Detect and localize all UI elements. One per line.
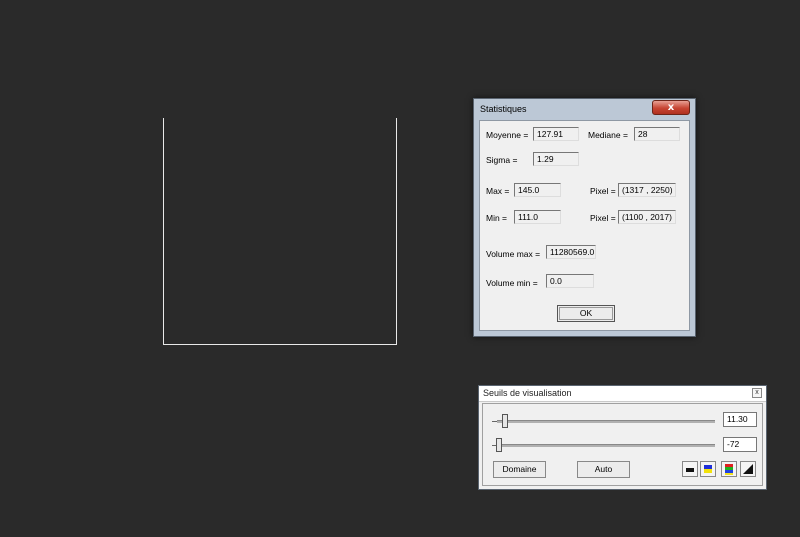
blue-yellow-palette-icon[interactable] xyxy=(700,461,716,477)
statistiques-title: Statistiques xyxy=(480,104,527,114)
sigma-field: 1.29 xyxy=(533,152,579,166)
min-pixel-field: (1100 , 2017) xyxy=(618,210,676,224)
max-pixel-field: (1317 , 2250) xyxy=(618,183,676,197)
max-field: 145.0 xyxy=(514,183,561,197)
mediane-label: Mediane = xyxy=(588,130,628,140)
high-value-input[interactable]: 11.30 xyxy=(723,412,757,427)
statistiques-dialog: Statistiques x Moyenne = 127.91 Mediane … xyxy=(473,98,696,337)
moyenne-label: Moyenne = xyxy=(486,130,529,140)
volume-min-label: Volume min = xyxy=(486,278,538,288)
gray-palette-icon[interactable] xyxy=(682,461,698,477)
volume-max-label: Volume max = xyxy=(486,249,541,259)
image-canvas[interactable] xyxy=(163,118,397,345)
max-label: Max = xyxy=(486,186,510,196)
min-field: 111.0 xyxy=(514,210,561,224)
high-slider-track[interactable] xyxy=(497,420,715,423)
seuils-titlebar[interactable]: Seuils de visualisation x xyxy=(479,386,766,402)
statistiques-titlebar[interactable]: Statistiques x xyxy=(474,99,695,119)
ok-button[interactable]: OK xyxy=(557,305,615,322)
close-button[interactable]: x xyxy=(652,100,690,115)
volume-max-field: 11280569.0 xyxy=(546,245,596,259)
low-value-input[interactable]: -72 xyxy=(723,437,757,452)
sigma-label: Sigma = xyxy=(486,155,518,165)
seuils-dialog: Seuils de visualisation x 11.30 -72 Doma… xyxy=(478,385,767,490)
moyenne-field: 127.91 xyxy=(533,127,579,141)
low-slider-track[interactable] xyxy=(497,444,715,447)
statistiques-content: Moyenne = 127.91 Mediane = 28 Sigma = 1.… xyxy=(479,120,690,331)
seuils-content: 11.30 -72 Domaine Auto xyxy=(482,403,763,486)
high-slider-thumb[interactable] xyxy=(502,414,508,428)
auto-button[interactable]: Auto xyxy=(577,461,630,478)
seuils-title: Seuils de visualisation xyxy=(483,388,572,398)
rainbow-palette-icon[interactable] xyxy=(721,461,737,477)
min-pixel-label: Pixel = xyxy=(590,213,616,223)
min-label: Min = xyxy=(486,213,508,223)
volume-min-field: 0.0 xyxy=(546,274,594,288)
seuils-close-button[interactable]: x xyxy=(752,388,762,398)
domaine-button[interactable]: Domaine xyxy=(493,461,546,478)
ramp-icon[interactable] xyxy=(740,461,756,477)
max-pixel-label: Pixel = xyxy=(590,186,616,196)
mediane-field: 28 xyxy=(634,127,680,141)
low-slider-thumb[interactable] xyxy=(496,438,502,452)
